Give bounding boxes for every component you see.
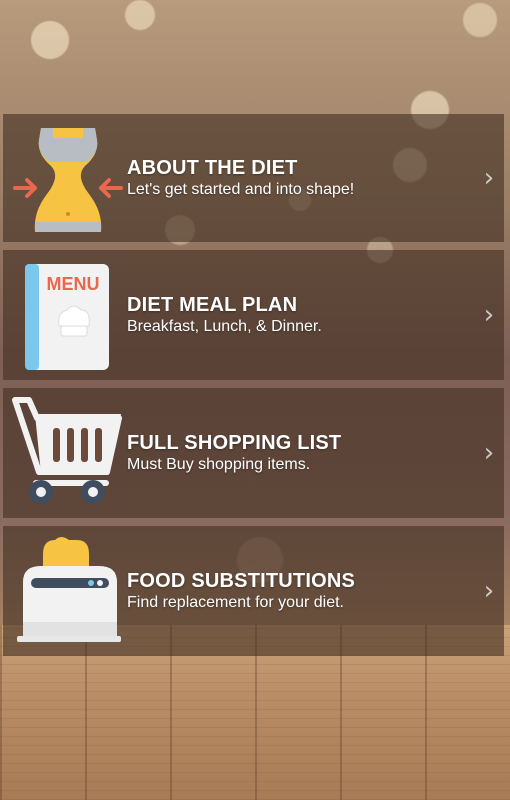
menu-item-diet-meal-plan[interactable]: MENU DIET MEAL PLAN Breakfast, Lunch, & … xyxy=(3,250,504,380)
menu-book-icon: MENU xyxy=(3,250,127,380)
menu-item-text: DIET MEAL PLAN Breakfast, Lunch, & Dinne… xyxy=(127,294,474,336)
menu-item-subtitle: Let's get started and into shape! xyxy=(127,181,355,198)
menu-item-subtitle: Breakfast, Lunch, & Dinner. xyxy=(127,318,322,335)
menu-item-title: FULL SHOPPING LIST xyxy=(127,432,342,454)
menu-item-text: FOOD SUBSTITUTIONS Find replacement for … xyxy=(127,570,474,612)
menu-item-subtitle: Must Buy shopping items. xyxy=(127,456,311,473)
menu-icon-label: MENU xyxy=(47,274,100,294)
main-menu: ABOUT THE DIET Let's get started and int… xyxy=(3,114,504,656)
toaster-icon xyxy=(3,526,127,656)
chevron-right-icon: › xyxy=(483,300,495,330)
menu-item-title: ABOUT THE DIET xyxy=(127,157,298,179)
menu-item-text: ABOUT THE DIET Let's get started and int… xyxy=(127,157,474,199)
menu-item-about-the-diet[interactable]: ABOUT THE DIET Let's get started and int… xyxy=(3,114,504,242)
menu-item-subtitle: Find replacement for your diet. xyxy=(127,594,344,611)
chevron-right-icon: › xyxy=(483,576,495,606)
menu-item-title: DIET MEAL PLAN xyxy=(127,294,298,316)
chevron-right-icon: › xyxy=(483,438,495,468)
shopping-cart-icon xyxy=(3,388,127,518)
waist-icon xyxy=(3,114,127,242)
chevron-right-icon: › xyxy=(483,163,495,193)
menu-item-food-substitutions[interactable]: FOOD SUBSTITUTIONS Find replacement for … xyxy=(3,526,504,656)
menu-item-title: FOOD SUBSTITUTIONS xyxy=(127,570,356,592)
menu-item-full-shopping-list[interactable]: FULL SHOPPING LIST Must Buy shopping ite… xyxy=(3,388,504,518)
menu-item-text: FULL SHOPPING LIST Must Buy shopping ite… xyxy=(127,432,474,474)
